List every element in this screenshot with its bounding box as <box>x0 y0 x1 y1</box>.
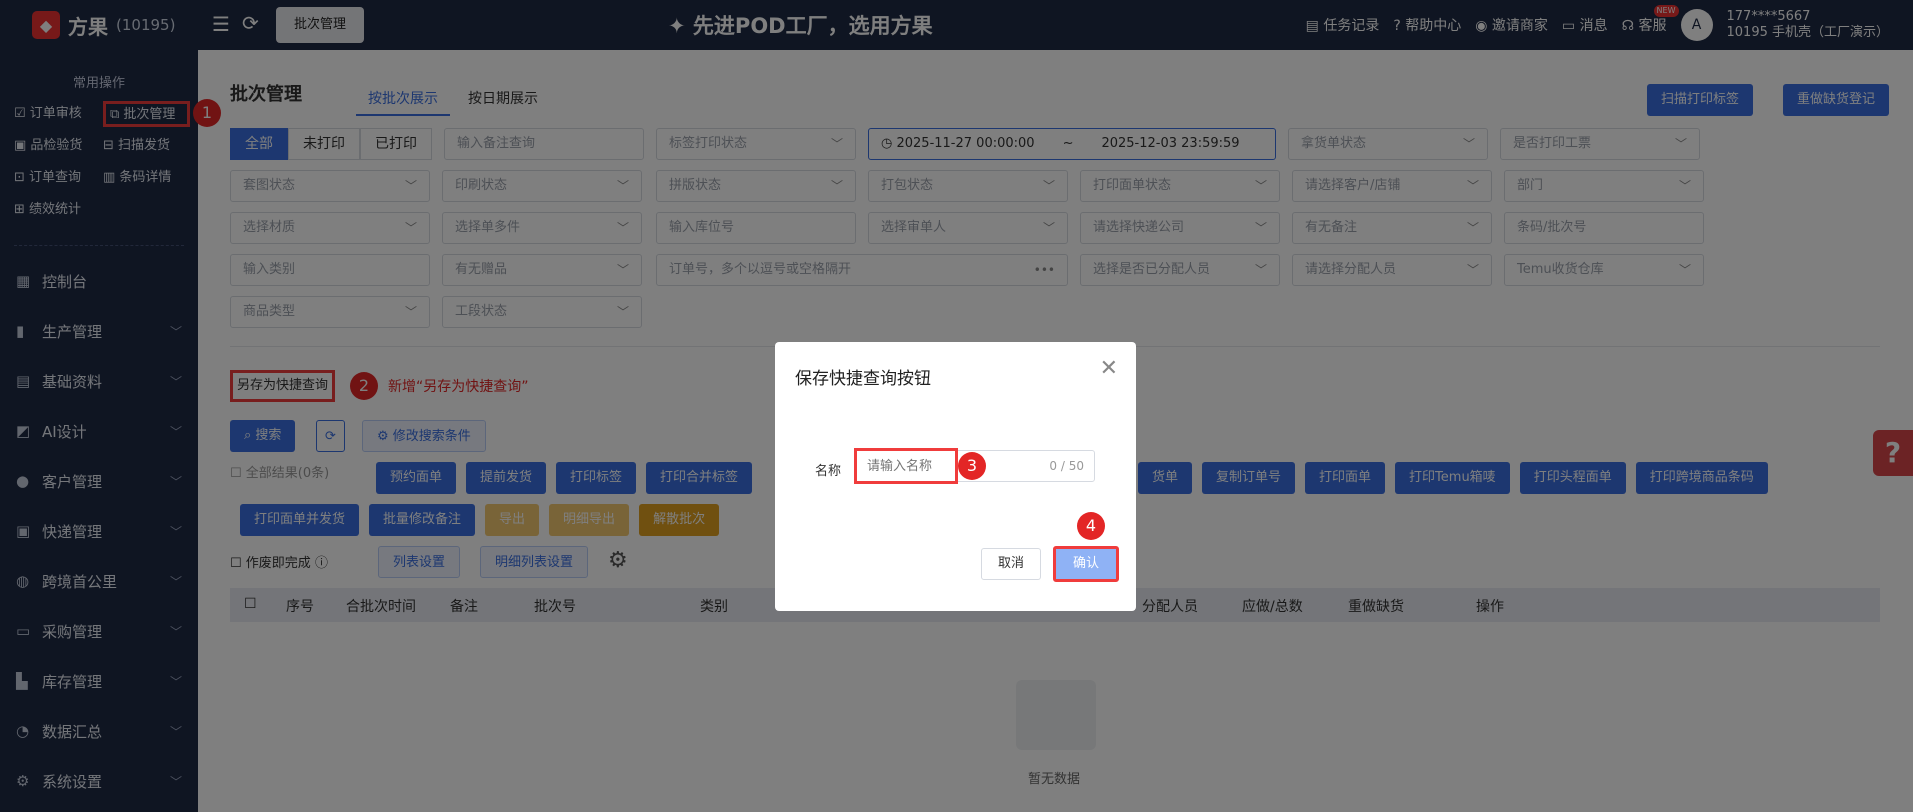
close-icon[interactable]: ✕ <box>1100 356 1118 381</box>
step-badge-3: 3 <box>958 452 986 480</box>
confirm-button[interactable]: 确认 <box>1053 546 1119 582</box>
dialog-title: 保存快捷查询按钮 <box>795 369 931 389</box>
step-badge-4: 4 <box>1077 512 1105 540</box>
cancel-button[interactable]: 取消 <box>981 548 1041 580</box>
name-label: 名称 <box>815 464 842 479</box>
char-counter: 0 / 50 <box>1049 459 1084 473</box>
save-quick-query-dialog: 保存快捷查询按钮 ✕ 名称 0 / 50 3 取消 确认 4 <box>775 342 1136 611</box>
name-input[interactable] <box>854 448 958 484</box>
